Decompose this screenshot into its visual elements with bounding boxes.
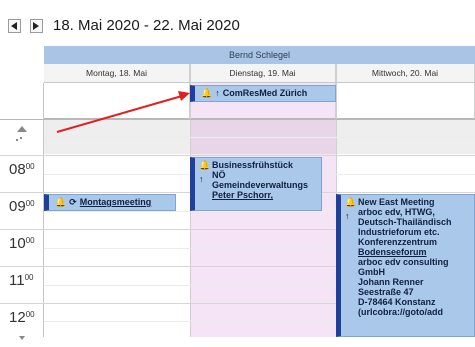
annotation-arrow-icon bbox=[56, 91, 190, 133]
